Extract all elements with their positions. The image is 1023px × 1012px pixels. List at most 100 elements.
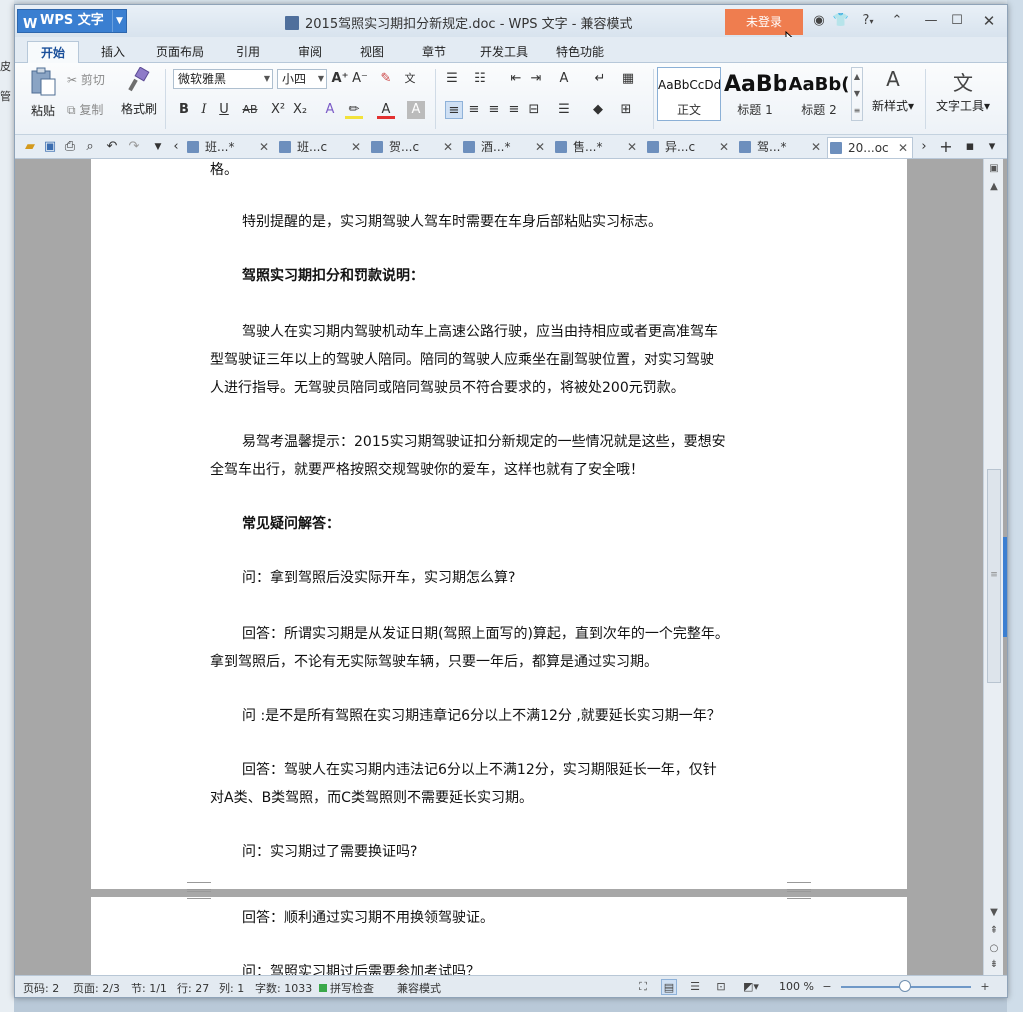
app-menu-button[interactable]: W WPS 文字 ▼ [17,9,127,33]
full-screen-icon[interactable]: ⛶ [635,979,651,995]
style-heading-2[interactable]: AaBb( 标题 2 [787,67,851,121]
vertical-scrollbar[interactable]: ▣ ▲ ≡ ▼ ⇞ ○ ⇟ [983,159,1003,975]
zoom-slider-handle[interactable] [899,980,911,992]
superscript-icon[interactable]: X² [269,101,287,119]
zoom-in-icon[interactable]: + [977,979,993,995]
doc-tab[interactable]: 售...* ✕ [553,137,641,158]
status-page-number[interactable]: 页码: 2 [23,980,59,996]
doc-tab[interactable]: 异...c ✕ [645,137,733,158]
status-pages[interactable]: 页面: 2/3 [73,980,120,996]
reading-view-icon[interactable]: ◩▾ [739,979,763,995]
shirt-icon[interactable]: 👕 [831,11,851,31]
table-icon[interactable]: ▦ [619,70,637,88]
zoom-level[interactable]: 100 % [779,980,814,993]
collapse-ribbon-icon[interactable]: ⌃ [887,11,907,31]
close-icon[interactable]: ✕ [259,137,269,157]
spell-check-toggle[interactable]: 拼写检查 [319,980,374,996]
tab-review[interactable]: 审阅 [287,41,333,63]
tab-page-layout[interactable]: 页面布局 [147,41,213,63]
print-preview-icon[interactable]: ⌕ [81,138,99,156]
side-panel-toggle[interactable] [1003,537,1007,637]
split-view-icon[interactable]: ▣ [984,163,1004,174]
highlight-icon[interactable]: ✏ [345,101,363,119]
minimize-icon[interactable]: — [921,11,941,31]
save-icon[interactable]: ▣ [41,138,59,156]
cut-button[interactable]: ✂ 剪切 [67,71,105,88]
maximize-icon[interactable]: ☐ [947,11,967,31]
bullet-list-icon[interactable]: ☰ [443,70,461,88]
doc-tab[interactable]: 贺...c ✕ [369,137,457,158]
close-icon[interactable]: ✕ [811,137,821,157]
tab-insert[interactable]: 插入 [89,41,137,63]
tab-developer[interactable]: 开发工具 [473,41,535,63]
tabs-prev-icon[interactable]: ‹ [167,138,185,156]
help-button[interactable]: ?▾ [855,11,881,31]
grow-font-icon[interactable]: A⁺ [331,70,349,88]
doc-tab[interactable]: 班...c ✕ [277,137,365,158]
font-name-select[interactable]: 微软雅黑 ▼ [173,69,273,89]
copy-button[interactable]: ⧉ 复制 [67,101,103,118]
chevron-down-icon[interactable]: ▼ [112,10,126,32]
char-shading-icon[interactable]: A [407,101,425,119]
doc-tab[interactable]: 班...* ✕ [185,137,273,158]
close-icon[interactable]: ✕ [351,137,361,157]
justify-icon[interactable]: ≡ [505,101,523,119]
align-right-icon[interactable]: ≡ [485,101,503,119]
new-tab-icon[interactable]: + [937,138,955,156]
font-color-icon[interactable]: A [377,101,395,119]
strikethrough-icon[interactable]: AB [237,101,263,119]
scrollbar-thumb[interactable]: ≡ [987,469,1001,683]
format-painter-button[interactable]: 格式刷 [119,66,159,127]
close-icon[interactable]: ✕ [535,137,545,157]
tab-chapter[interactable]: 章节 [411,41,457,63]
document-page[interactable]: 格。 特别提醒的是，实习期驾驶人驾车时需要在车身后部粘贴实习标志。 驾照实习期扣分和… [91,159,907,890]
align-left-icon[interactable]: ≡ [445,101,463,119]
document-page[interactable]: 回答：顺利通过实习期不用换领驾驶证。 问：驾照实习期过后需要参加考试吗？ [91,891,907,975]
doc-tab-active[interactable]: 20...oc ✕ [827,137,913,158]
shrink-font-icon[interactable]: A⁻ [351,70,369,88]
change-case-icon[interactable]: A [555,70,573,88]
status-word-count[interactable]: 字数: 1033 [255,980,312,996]
bold-icon[interactable]: B [175,101,193,119]
skin-icon[interactable]: ◉ [809,11,829,31]
scroll-up-icon[interactable]: ▲ [984,181,1004,192]
underline-icon[interactable]: U [215,101,233,119]
web-view-icon[interactable]: ⊡ [713,979,729,995]
zoom-out-icon[interactable]: − [819,979,835,995]
redo-icon[interactable]: ↷ [125,138,143,156]
style-heading-1[interactable]: AaBb 标题 1 [723,67,787,121]
tab-features[interactable]: 特色功能 [549,41,611,63]
line-spacing-icon[interactable]: ☰ [555,101,573,119]
distribute-icon[interactable]: ⊟ [525,101,543,119]
undo-icon[interactable]: ↶ [103,138,121,156]
clear-format-icon[interactable]: ✎ [377,70,395,88]
close-icon[interactable]: ✕ [898,138,908,158]
customize-toolbar-icon[interactable]: ▼ [149,138,167,156]
close-icon[interactable]: ✕ [443,137,453,157]
italic-icon[interactable]: I [195,101,213,119]
subscript-icon[interactable]: X₂ [291,101,309,119]
increase-indent-icon[interactable]: ⇥ [527,70,545,88]
text-effect-icon[interactable]: A [321,101,339,119]
select-browse-icon[interactable]: ○ [984,943,1004,954]
tab-start[interactable]: 开始 [27,41,79,63]
close-icon[interactable]: ✕ [979,11,999,31]
page-view-icon[interactable]: ▤ [661,979,677,995]
doc-tab[interactable]: 驾...* ✕ [737,137,825,158]
next-page-icon[interactable]: ⇟ [984,959,1004,970]
doc-tab[interactable]: 酒...* ✕ [461,137,549,158]
outline-view-icon[interactable]: ☰ [687,979,703,995]
print-icon[interactable]: ⎙ [61,138,79,156]
font-size-select[interactable]: 小四 ▼ [277,69,327,89]
open-folder-icon[interactable]: ▰ [21,138,39,156]
scroll-down-icon[interactable]: ▼ [984,907,1004,918]
decrease-indent-icon[interactable]: ⇤ [507,70,525,88]
close-icon[interactable]: ✕ [719,137,729,157]
close-icon[interactable]: ✕ [627,137,637,157]
paste-button[interactable]: 粘贴 [25,67,61,127]
show-marks-icon[interactable]: ↵ [591,70,609,88]
prev-page-icon[interactable]: ⇞ [984,925,1004,936]
new-style-button[interactable]: A 新样式▾ [867,67,919,127]
align-center-icon[interactable]: ≡ [465,101,483,119]
tab-menu-icon[interactable]: ▾ [983,138,1001,156]
